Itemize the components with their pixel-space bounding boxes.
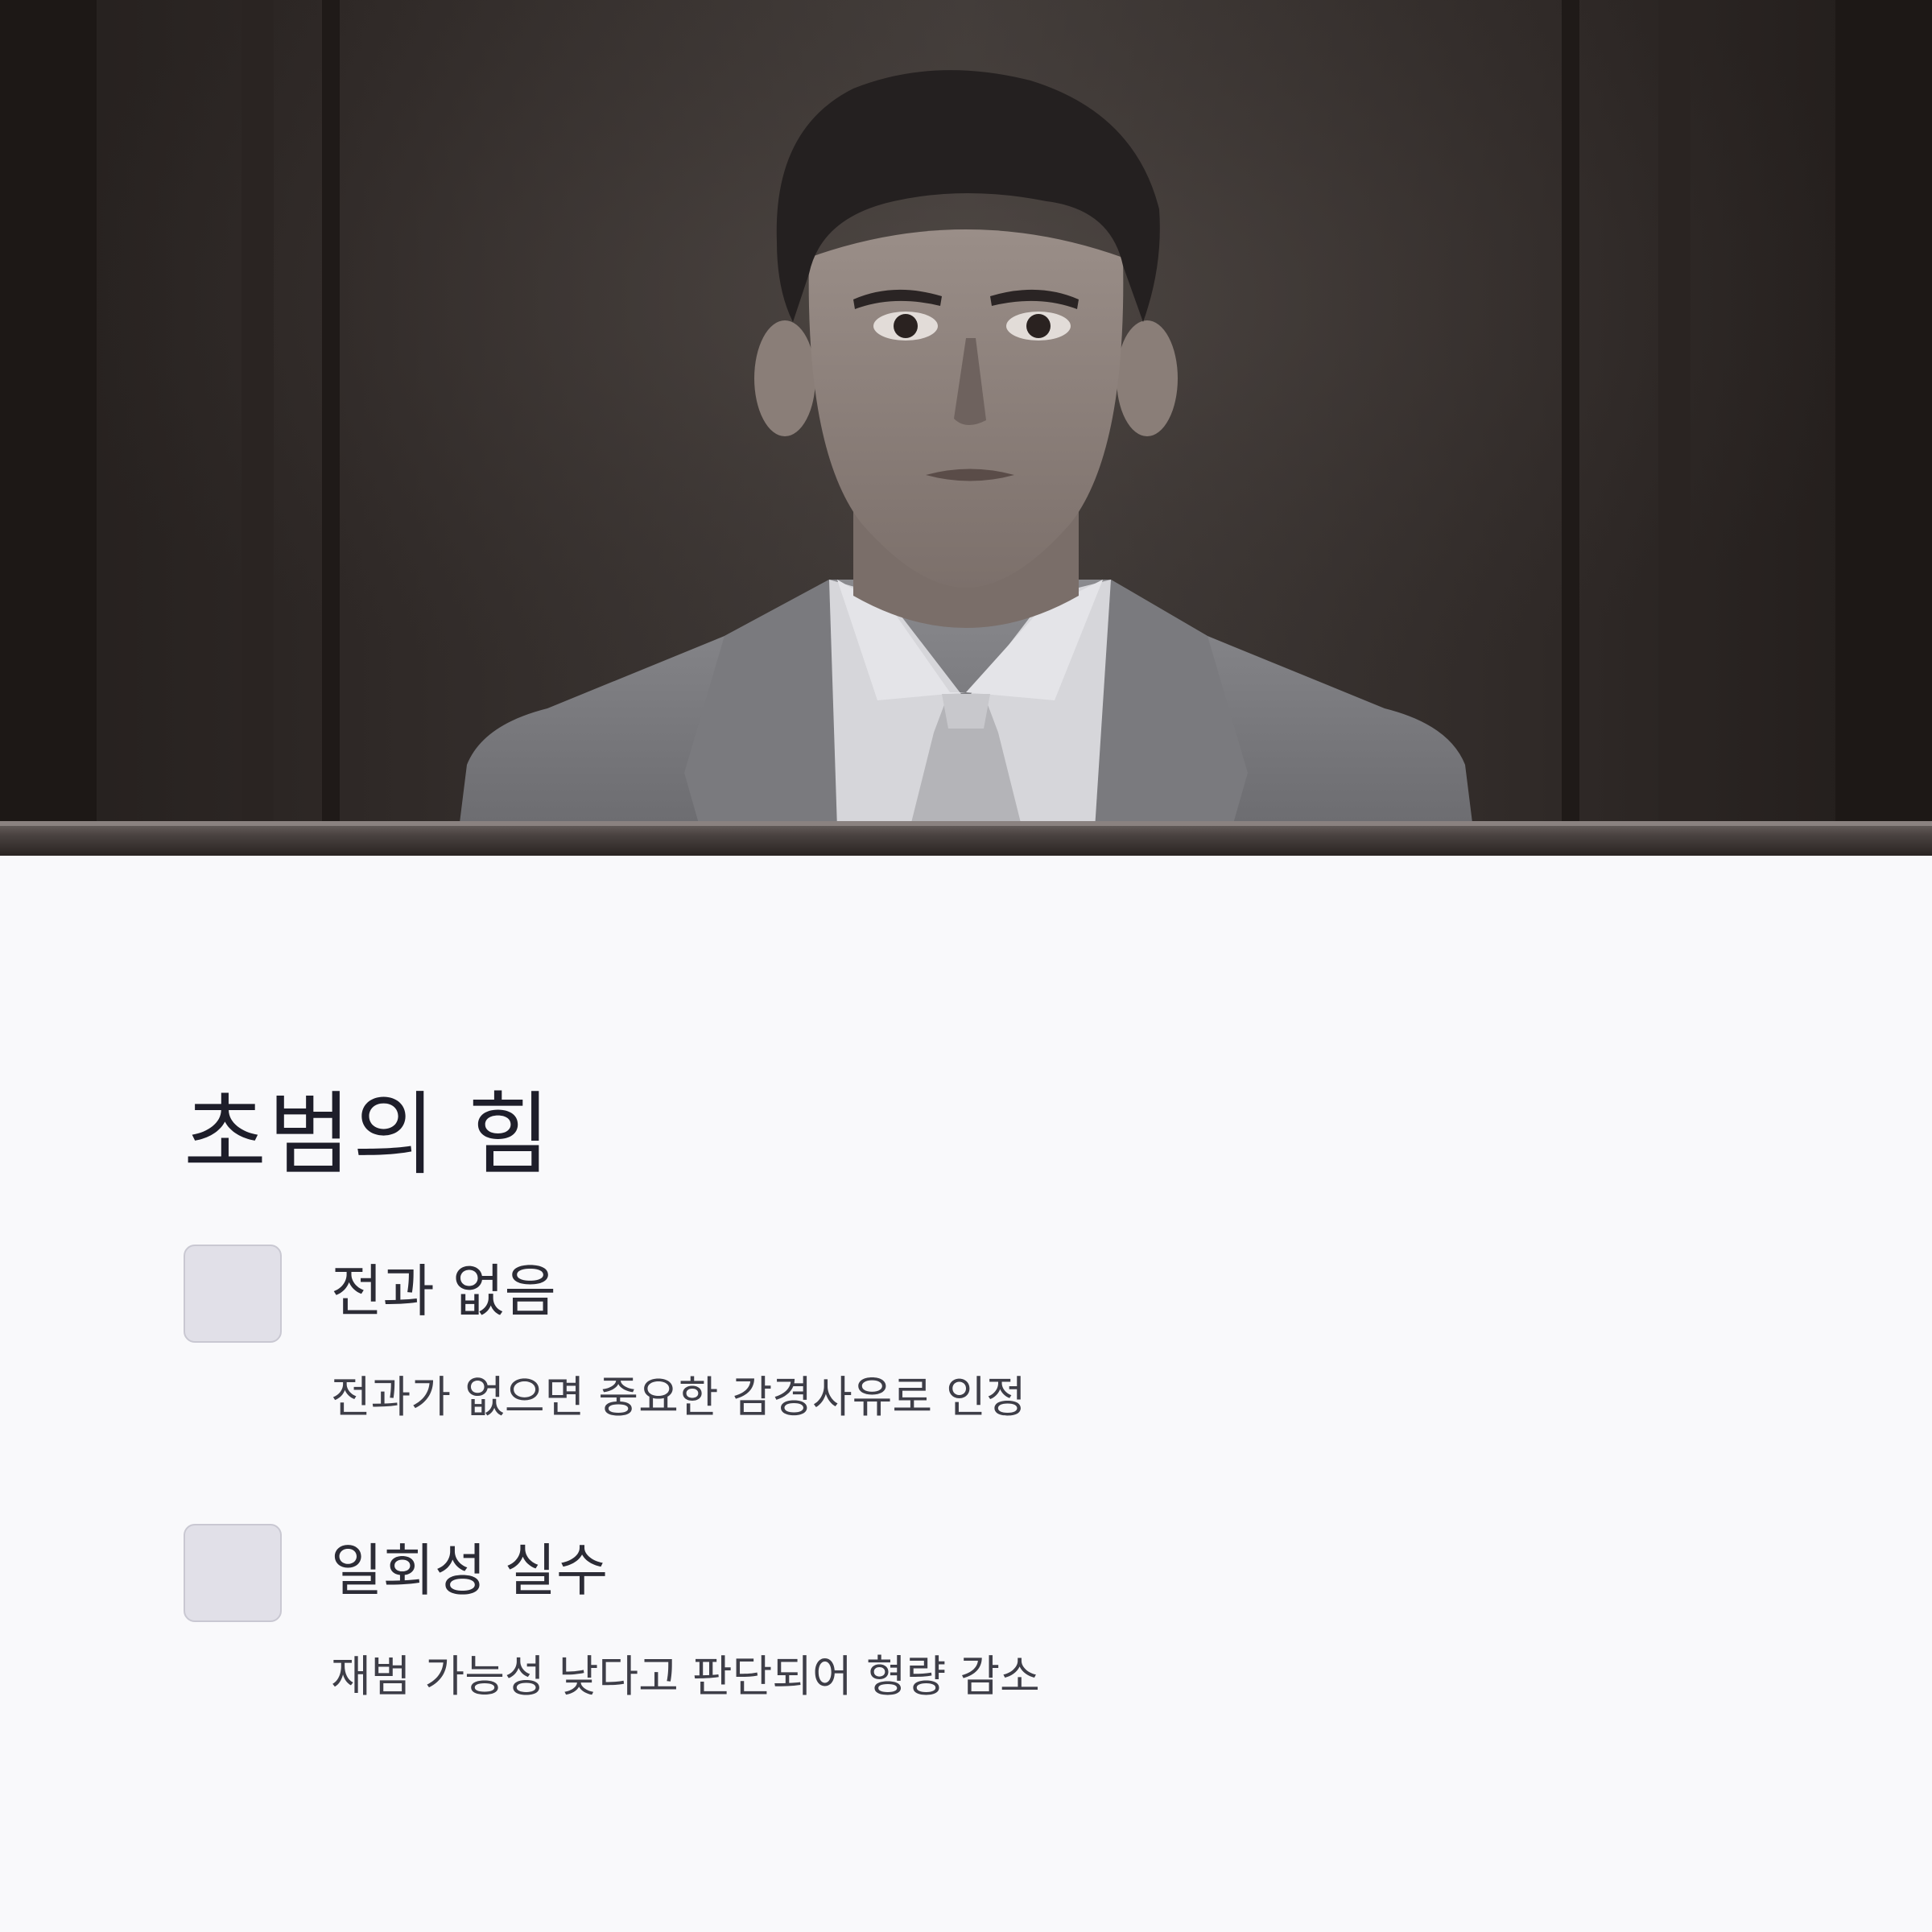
checkbox[interactable] [184,1245,282,1343]
slide: 초범의 힘 전과 없음 전과가 없으면 중요한 감경사유로 인정 일회성 실수 … [0,0,1932,1932]
item-heading: 일회성 실수 [331,1538,609,1604]
page-title: 초범의 힘 [184,1083,552,1187]
item-description: 재범 가능성 낮다고 판단되어 형량 감소 [331,1651,1040,1702]
item-description: 전과가 없으면 중요한 감경사유로 인정 [331,1372,1026,1422]
list-item: 일회성 실수 재범 가능성 낮다고 판단되어 형량 감소 [184,1524,1794,1717]
list-item: 전과 없음 전과가 없으면 중요한 감경사유로 인정 [184,1245,1794,1438]
checkbox[interactable] [184,1524,282,1622]
courtroom-photo [0,0,1932,856]
man-in-suit-illustration [0,0,1932,856]
item-heading: 전과 없음 [331,1258,556,1324]
